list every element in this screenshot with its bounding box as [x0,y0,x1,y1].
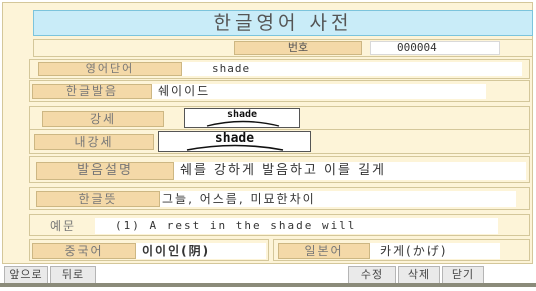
korean-meaning-row: 한글뜻 그늘, 어스름, 미묘한차이 [29,187,530,210]
korean-pronunciation-row: 한글발음 쉐이이드 [29,80,530,102]
inner-stress-field[interactable]: shade [158,131,311,152]
page-title: 한글영어 사전 [33,10,533,36]
close-button[interactable]: 닫기 [442,266,484,284]
japanese-label: 일본어 [278,243,370,259]
english-word-field[interactable]: shade [182,62,522,76]
edit-button[interactable]: 수정 [348,266,396,284]
example-row: 예문 (1) A rest in the shade will [29,214,530,236]
chinese-label: 중국어 [32,243,136,259]
pronunciation-note-label: 발음설명 [36,162,174,180]
inner-stress-row: 내강세 shade [29,129,530,154]
inner-stress-curve-icon [186,144,284,151]
dictionary-form: 한글영어 사전 번호 000004 영어단어 shade 한글발음 쉐이이드 강… [2,2,533,264]
bottom-divider [0,283,536,287]
stress-label: 강세 [42,111,164,127]
number-row: 번호 000004 [33,39,533,57]
korean-pronunciation-label: 한글발음 [32,84,152,99]
korean-pronunciation-field[interactable]: 쉐이이드 [152,84,486,99]
korean-meaning-label: 한글뜻 [36,191,160,207]
inner-stress-label: 내강세 [34,134,154,150]
english-word-label: 영어단어 [38,62,182,76]
delete-button[interactable]: 삭제 [398,266,440,284]
number-label: 번호 [234,41,362,55]
example-field[interactable]: (1) A rest in the shade will [95,218,498,234]
next-button[interactable]: 뒤로 [50,266,96,284]
english-word-row: 영어단어 shade [29,59,530,79]
chinese-row: 중국어 이이인(阴) [29,239,269,261]
prev-button[interactable]: 앞으로 [4,266,48,284]
japanese-row: 일본어 카게(かげ) [273,239,530,261]
stress-field[interactable]: shade [184,108,300,128]
number-field[interactable]: 000004 [370,41,500,55]
stress-row: 강세 shade [29,106,530,130]
pronunciation-note-row: 발음설명 쉐를 강하게 발음하고 이를 길게 [29,156,530,183]
example-label: 예문 [31,218,95,234]
korean-meaning-field[interactable]: 그늘, 어스름, 미묘한차이 [160,191,516,207]
japanese-field[interactable]: 카게(かげ) [370,243,500,259]
pronunciation-note-field[interactable]: 쉐를 강하게 발음하고 이를 길게 [174,162,526,180]
chinese-field[interactable]: 이이인(阴) [136,243,266,259]
stress-curve-icon [206,120,280,127]
